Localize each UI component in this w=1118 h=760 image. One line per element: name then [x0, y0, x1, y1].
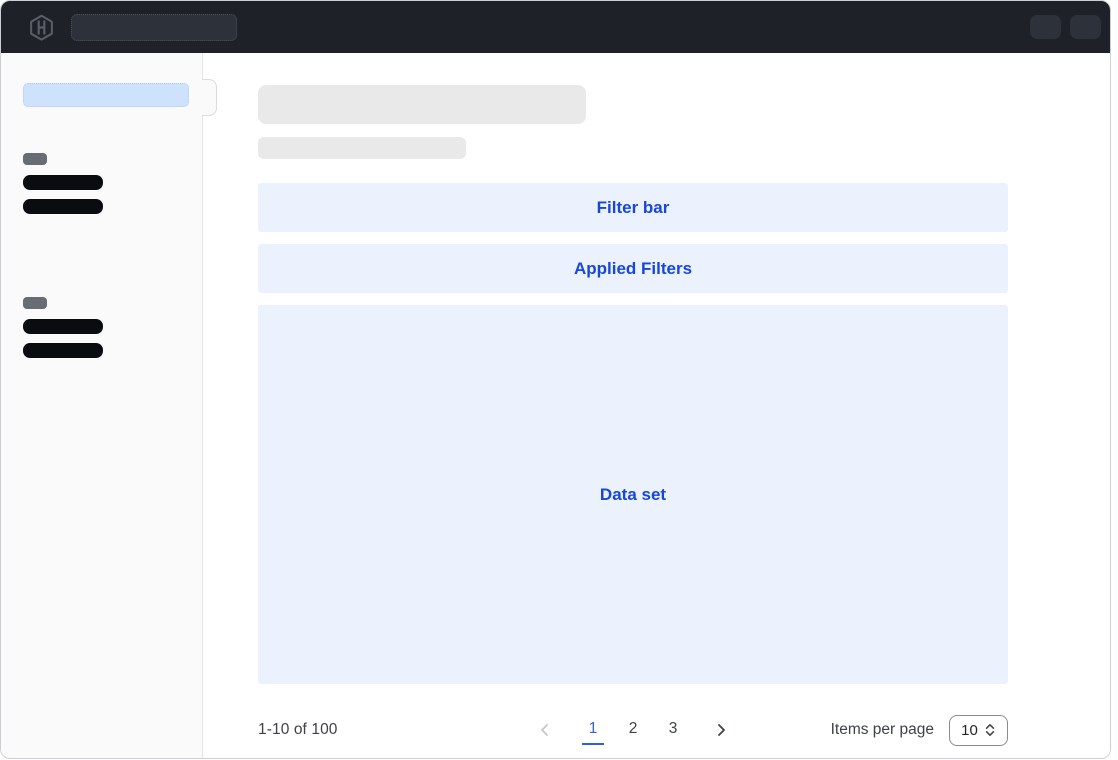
page-button-3[interactable]: 3	[662, 716, 684, 745]
select-caret-icon	[984, 723, 996, 737]
filter-bar-label: Filter bar	[597, 198, 670, 218]
pagination-nav: 1 2 3	[531, 706, 735, 754]
sidebar-nav-item-skeleton-2[interactable]	[23, 199, 103, 214]
applied-filters-label: Applied Filters	[574, 259, 692, 279]
data-set-panel: Data set	[258, 305, 1008, 684]
sidebar-section-label-skeleton-1	[23, 153, 47, 165]
items-per-page-value: 10	[961, 722, 978, 739]
pagination-range-text: 1-10 of 100	[258, 721, 338, 739]
applied-filters-panel: Applied Filters	[258, 244, 1008, 293]
top-header	[1, 1, 1110, 53]
items-per-page-select[interactable]: 10	[949, 715, 1008, 746]
data-set-label: Data set	[600, 485, 666, 505]
page-button-1[interactable]: 1	[582, 716, 604, 745]
page-title-skeleton	[258, 85, 586, 124]
pagination-bar: 1-10 of 100 1 2 3 Items per page	[258, 706, 1008, 754]
app-window: Filter bar Applied Filters Data set 1-10…	[0, 0, 1111, 759]
sidebar-nav-item-skeleton-4[interactable]	[23, 343, 103, 358]
hashicorp-logo-icon[interactable]	[28, 14, 55, 41]
sidebar-nav-item-skeleton-3[interactable]	[23, 319, 103, 334]
chevron-left-icon[interactable]	[531, 716, 559, 744]
items-per-page-label: Items per page	[831, 721, 934, 739]
sidebar-collapse-handle[interactable]	[202, 79, 217, 116]
header-action-button-skeleton-1[interactable]	[1030, 15, 1061, 39]
main-content: Filter bar Applied Filters Data set 1-10…	[204, 53, 1110, 758]
items-per-page-group: Items per page 10	[831, 715, 1008, 746]
sidebar-active-item-skeleton[interactable]	[23, 83, 189, 107]
header-action-button-skeleton-2[interactable]	[1070, 15, 1101, 39]
sidebar-nav-item-skeleton-1[interactable]	[23, 175, 103, 190]
sidebar-section-label-skeleton-2	[23, 297, 47, 309]
search-input-skeleton[interactable]	[71, 14, 237, 41]
sidebar	[1, 53, 203, 758]
chevron-right-icon[interactable]	[707, 716, 735, 744]
page-subtitle-skeleton	[258, 137, 466, 159]
filter-bar-panel: Filter bar	[258, 183, 1008, 232]
page-button-2[interactable]: 2	[622, 716, 644, 745]
